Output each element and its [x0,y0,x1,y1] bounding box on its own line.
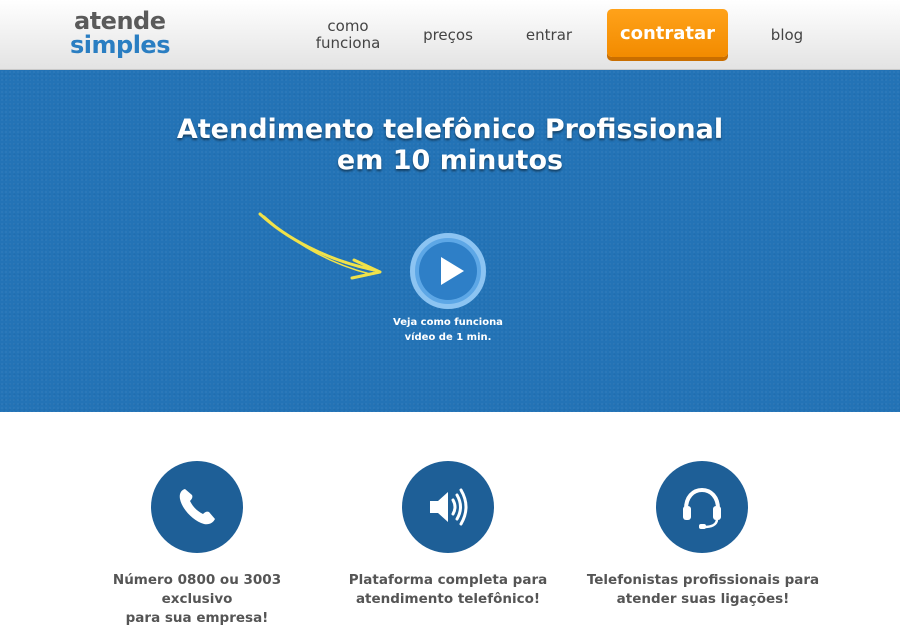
phone-glyph [179,489,215,525]
feature-text-platform-line2: atendimento telefônico! [355,591,541,607]
feature-text-platform: Plataforma completa para atendimento tel… [328,571,568,609]
hero-title: Atendimento telefônico Profissional em 1… [0,114,900,176]
nav-precos[interactable]: preços [410,0,486,70]
logo[interactable]: atende simples [70,8,180,60]
nav-blog[interactable]: blog [754,0,820,70]
headset-icon [656,461,748,553]
feature-text-phone-line2: para sua empresa! [125,610,269,626]
feature-text-operators-line2: atender suas ligações! [616,591,790,607]
speaker-glyph [430,488,468,526]
feature-text-phone: Número 0800 ou 3003 exclusivo para sua e… [77,571,317,628]
video-caption-line2: vídeo de 1 min. [404,332,492,343]
phone-icon [151,461,243,553]
play-icon [441,257,464,285]
contratar-button[interactable]: contratar [607,9,728,57]
feature-text-platform-line1: Plataforma completa para [348,572,548,588]
feature-text-operators-line1: Telefonistas profissionais para [586,572,820,588]
hero-title-line2: em 10 minutos [336,145,564,176]
hero-title-line1: Atendimento telefônico Profissional [176,114,724,145]
hand-drawn-arrow-icon [258,212,382,280]
site-header: atende simples como funciona preços entr… [0,0,900,70]
speaker-icon [402,461,494,553]
play-video-button[interactable] [410,233,486,309]
feature-text-operators: Telefonistas profissionais para atender … [583,571,823,609]
play-button-inner [419,242,477,300]
nav-entrar[interactable]: entrar [510,0,588,70]
video-caption[interactable]: Veja como funciona vídeo de 1 min. [370,315,526,345]
feature-text-phone-line1: Número 0800 ou 3003 exclusivo [112,572,282,607]
nav-como-funciona[interactable]: como funciona [300,0,396,70]
video-caption-line1: Veja como funciona [393,317,503,328]
nav-como-funciona-line2: funciona [315,34,381,52]
logo-text-simples: simples [70,31,171,59]
nav-como-funciona-line1: como [327,17,369,35]
headset-glyph [683,487,721,529]
